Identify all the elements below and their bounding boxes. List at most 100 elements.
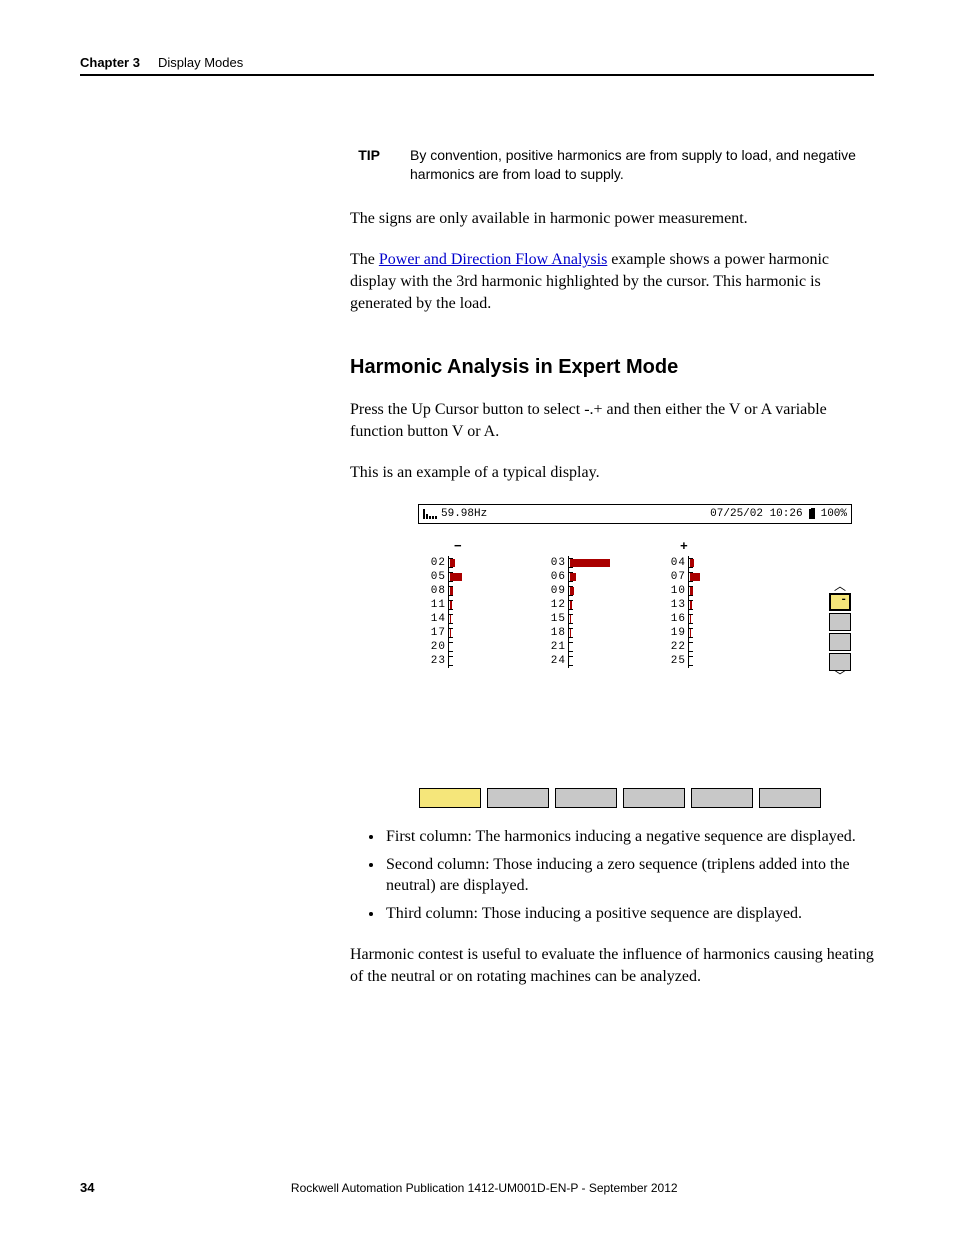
harmonic-row: 23 [428,654,528,668]
harmonic-row: 15 [548,612,648,626]
harmonic-row: 10 [668,584,768,598]
harmonic-number: 12 [548,598,566,613]
harmonic-row: 13 [668,598,768,612]
harmonic-bar [568,570,648,584]
harmonic-bar [688,654,768,668]
harmonic-row: 24 [548,654,648,668]
harmonic-row: 02 [428,556,528,570]
publication-info: Rockwell Automation Publication 1412-UM0… [94,1181,874,1195]
harmonic-row: 18 [548,626,648,640]
signal-bars-icon [423,508,437,519]
tip-block: TIP By convention, positive harmonics ar… [350,146,874,184]
side-tab-group: ︿ ﹀ [826,582,854,682]
harmonic-row: 16 [668,612,768,626]
harmonic-row: 20 [428,640,528,654]
harmonic-number: 20 [428,640,446,655]
paragraph: Harmonic contest is useful to evaluate t… [350,944,874,987]
function-button[interactable] [759,788,821,808]
function-button-row [418,788,852,808]
harmonic-number: 10 [668,584,686,599]
negative-sign-label: − [454,538,462,556]
function-button[interactable] [419,788,481,808]
bullet-list: First column: The harmonics inducing a n… [350,826,874,924]
page-number: 34 [80,1180,94,1195]
positive-sign-label: + [680,538,688,556]
harmonic-row: 17 [428,626,528,640]
harmonic-bar [448,640,528,654]
harmonic-number: 06 [548,570,566,585]
harmonic-bar [448,598,528,612]
function-button[interactable] [487,788,549,808]
harmonic-number: 25 [668,654,686,669]
harmonic-number: 23 [428,654,446,669]
harmonic-bar [688,598,768,612]
harmonic-bar [568,654,648,668]
harmonic-bar [688,626,768,640]
harmonic-row: 03 [548,556,648,570]
harmonic-number: 24 [548,654,566,669]
paragraph: Press the Up Cursor button to select -.+… [350,399,874,442]
page-header: Chapter 3 Display Modes [80,55,874,76]
harmonic-number: 03 [548,556,566,571]
device-status-bar: 59.98Hz 07/25/02 10:26 100% [418,504,852,524]
harmonic-row: 11 [428,598,528,612]
harmonic-row: 25 [668,654,768,668]
harmonic-bar [568,598,648,612]
harmonic-bar [448,584,528,598]
chevron-up-icon: ︿ [834,582,846,592]
harmonic-bar [448,570,528,584]
chapter-label: Chapter 3 [80,55,140,70]
harmonic-column-negative: 0205081114172023 [428,556,528,668]
list-item: Third column: Those inducing a positive … [384,903,874,925]
function-button[interactable] [623,788,685,808]
link-power-direction-flow[interactable]: Power and Direction Flow Analysis [379,251,607,268]
harmonic-number: 09 [548,584,566,599]
harmonic-number: 14 [428,612,446,627]
main-content: TIP By convention, positive harmonics ar… [350,146,874,988]
side-tab[interactable] [829,593,851,611]
harmonic-number: 02 [428,556,446,571]
tip-text: By convention, positive harmonics are fr… [410,146,874,184]
harmonic-number: 07 [668,570,686,585]
harmonic-bar [688,612,768,626]
frequency-value: 59.98Hz [441,507,487,522]
harmonic-row: 21 [548,640,648,654]
paragraph: The Power and Direction Flow Analysis ex… [350,249,874,314]
harmonic-number: 05 [428,570,446,585]
side-tab[interactable] [829,633,851,651]
battery-icon [809,509,815,519]
harmonic-row: 09 [548,584,648,598]
harmonic-number: 08 [428,584,446,599]
harmonic-bar [568,626,648,640]
harmonic-number: 19 [668,626,686,641]
harmonic-number: 18 [548,626,566,641]
harmonic-row: 08 [428,584,528,598]
section-heading: Harmonic Analysis in Expert Mode [350,354,874,381]
device-chart-area: − + 0205081114172023 0306091215182124 04… [418,538,852,748]
harmonic-number: 04 [668,556,686,571]
harmonic-bar [688,570,768,584]
side-tab[interactable] [829,653,851,671]
harmonic-row: 05 [428,570,528,584]
list-item: Second column: Those inducing a zero seq… [384,854,874,897]
harmonic-row: 12 [548,598,648,612]
harmonic-row: 14 [428,612,528,626]
harmonic-number: 17 [428,626,446,641]
harmonic-row: 04 [668,556,768,570]
paragraph: The signs are only available in harmonic… [350,208,874,230]
harmonic-bar [448,654,528,668]
function-button[interactable] [555,788,617,808]
harmonic-bar [568,556,648,570]
side-tab[interactable] [829,613,851,631]
text: The [350,251,379,268]
device-screenshot: 59.98Hz 07/25/02 10:26 100% − + 02050811… [418,504,852,808]
harmonic-row: 19 [668,626,768,640]
harmonic-bar [568,584,648,598]
harmonic-row: 06 [548,570,648,584]
harmonic-bar [448,556,528,570]
chapter-title: Display Modes [158,55,243,70]
function-button[interactable] [691,788,753,808]
harmonic-bar [568,640,648,654]
harmonic-column-positive: 0407101316192225 [668,556,768,668]
datetime-value: 07/25/02 10:26 [710,507,802,522]
